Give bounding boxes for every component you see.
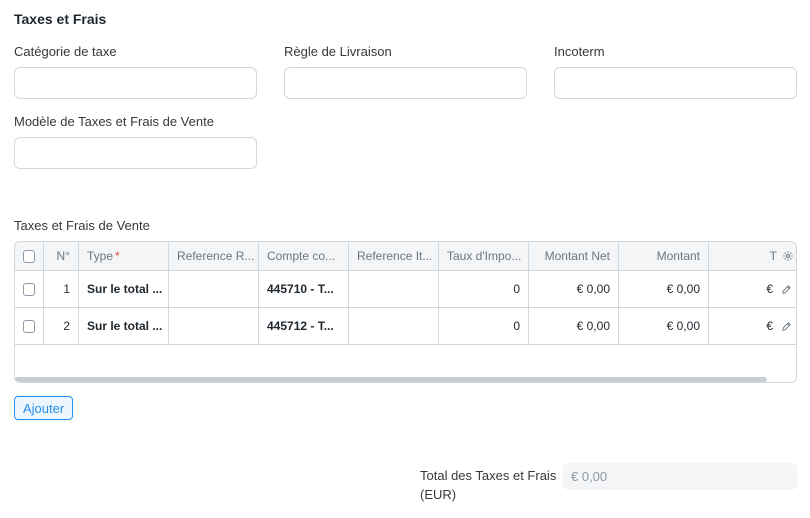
incoterm-label: Incoterm xyxy=(554,44,605,59)
column-header-reference-item[interactable]: Reference It... xyxy=(349,242,439,270)
gear-icon[interactable] xyxy=(782,250,794,262)
row-reference-row[interactable] xyxy=(169,271,259,307)
shipping-rule-label: Règle de Livraison xyxy=(284,44,392,59)
total-taxes-value: € 0,00 xyxy=(563,463,797,490)
pencil-icon[interactable] xyxy=(781,321,792,332)
row-reference-item[interactable] xyxy=(349,308,439,344)
select-all-cell xyxy=(15,242,44,270)
grid-header: N° Type * Reference R... Compte co... Ref… xyxy=(15,242,796,271)
taxes-grid-label: Taxes et Frais de Vente xyxy=(14,218,150,233)
row-amount[interactable]: € 0,00 xyxy=(619,308,709,344)
row-tax-rate[interactable]: 0 xyxy=(439,271,529,307)
tax-template-input[interactable] xyxy=(14,137,257,169)
required-marker: * xyxy=(115,249,120,263)
row-amount[interactable]: € 0,00 xyxy=(619,271,709,307)
column-header-no: N° xyxy=(44,242,79,270)
row-net-amount[interactable]: € 0,00 xyxy=(529,308,619,344)
row-type[interactable]: Sur le total ... xyxy=(79,308,169,344)
table-row[interactable]: 2 Sur le total ... 445712 - T... 0 € 0,0… xyxy=(15,308,796,345)
column-header-net-amount[interactable]: Montant Net xyxy=(529,242,619,270)
column-header-type[interactable]: Type * xyxy=(79,242,169,270)
total-taxes-label: Total des Taxes et Frais (EUR) xyxy=(420,468,557,502)
row-checkbox[interactable] xyxy=(23,319,35,333)
column-header-amount[interactable]: Montant xyxy=(619,242,709,270)
row-account[interactable]: 445712 - T... xyxy=(259,308,349,344)
column-header-total: T xyxy=(709,242,796,270)
row-total-cell: € xyxy=(709,271,796,307)
row-checkbox[interactable] xyxy=(23,282,35,296)
row-type[interactable]: Sur le total ... xyxy=(79,271,169,307)
row-no: 1 xyxy=(44,271,79,307)
add-row-button[interactable]: Ajouter xyxy=(14,396,74,420)
row-total: € xyxy=(766,319,773,333)
column-header-tax-rate[interactable]: Taux d'Impo... xyxy=(439,242,529,270)
column-header-total-label: T xyxy=(769,249,777,263)
select-all-checkbox[interactable] xyxy=(23,249,35,263)
row-net-amount[interactable]: € 0,00 xyxy=(529,271,619,307)
row-account[interactable]: 445710 - T... xyxy=(259,271,349,307)
row-select-cell xyxy=(15,308,44,344)
row-reference-item[interactable] xyxy=(349,271,439,307)
taxes-grid: N° Type * Reference R... Compte co... Ref… xyxy=(14,241,797,383)
tax-category-input[interactable] xyxy=(14,67,257,99)
column-header-type-label: Type xyxy=(87,249,114,263)
row-select-cell xyxy=(15,271,44,307)
incoterm-input[interactable] xyxy=(554,67,797,99)
tax-category-label: Catégorie de taxe xyxy=(14,44,117,59)
row-total-cell: € xyxy=(709,308,796,344)
section-title: Taxes et Frais xyxy=(14,11,107,27)
tax-template-label: Modèle de Taxes et Frais de Vente xyxy=(14,114,214,129)
row-no: 2 xyxy=(44,308,79,344)
shipping-rule-input[interactable] xyxy=(284,67,527,99)
row-total: € xyxy=(766,282,773,296)
row-reference-row[interactable] xyxy=(169,308,259,344)
row-tax-rate[interactable]: 0 xyxy=(439,308,529,344)
pencil-icon[interactable] xyxy=(781,284,792,295)
horizontal-scrollbar[interactable] xyxy=(15,377,767,382)
column-header-account[interactable]: Compte co... xyxy=(259,242,349,270)
table-row[interactable]: 1 Sur le total ... 445710 - T... 0 € 0,0… xyxy=(15,271,796,308)
column-header-reference-row[interactable]: Reference R... xyxy=(169,242,259,270)
